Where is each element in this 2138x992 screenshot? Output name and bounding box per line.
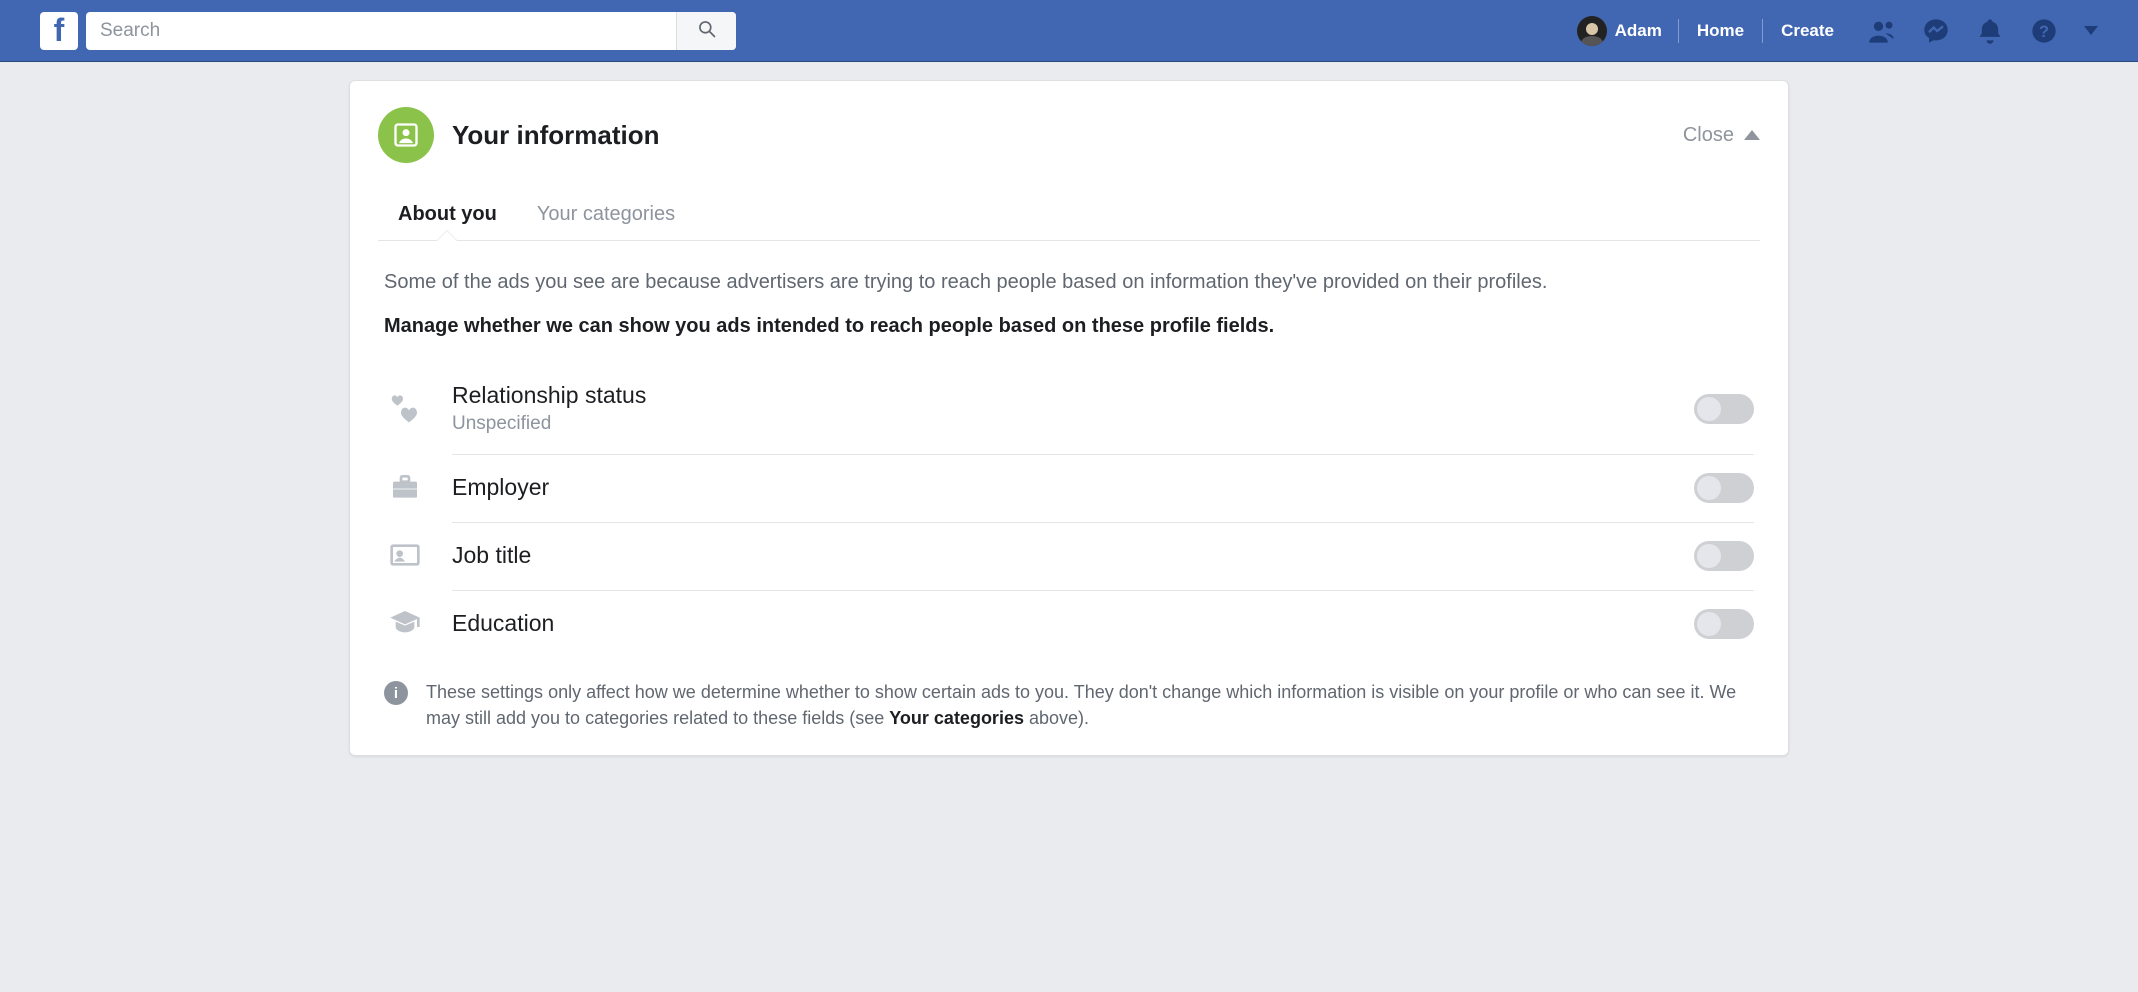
search-button[interactable] — [676, 12, 736, 50]
intro-description: Some of the ads you see are because adve… — [384, 267, 1754, 297]
your-information-card: Your information Close About you Your ca… — [349, 80, 1789, 756]
hearts-icon — [384, 393, 426, 425]
tab-your-categories[interactable]: Your categories — [537, 191, 675, 240]
toggle-job-title[interactable] — [1694, 541, 1754, 571]
nav-right: Adam Home Create ? — [1565, 10, 2098, 52]
row-job-title: Job title — [378, 521, 1760, 589]
tab-about-you[interactable]: About you — [398, 191, 497, 240]
graduation-cap-icon — [384, 607, 426, 639]
row-relationship-status: Relationship status Unspecified — [378, 364, 1760, 453]
facebook-logo[interactable]: f — [40, 12, 78, 50]
row-title: Relationship status — [452, 382, 646, 409]
note-bold: Your categories — [889, 708, 1024, 728]
footer-note-text: These settings only affect how we determ… — [426, 679, 1754, 731]
info-icon: i — [384, 681, 408, 705]
profile-link[interactable]: Adam — [1565, 10, 1674, 52]
search-icon — [697, 19, 717, 42]
row-title: Education — [452, 610, 554, 637]
search-input[interactable] — [86, 20, 676, 42]
nav-divider — [1762, 19, 1763, 43]
intro-instruction: Manage whether we can show you ads inten… — [384, 315, 1754, 338]
footer-note: i These settings only affect how we dete… — [378, 679, 1760, 731]
card-title: Your information — [452, 120, 660, 151]
messenger-icon[interactable] — [1922, 17, 1950, 45]
nav-divider — [1678, 19, 1679, 43]
id-card-icon — [384, 539, 426, 571]
notifications-icon[interactable] — [1976, 17, 2004, 45]
toggle-education[interactable] — [1694, 609, 1754, 639]
search-box — [86, 12, 736, 50]
help-icon[interactable]: ? — [2030, 17, 2058, 45]
row-subtitle: Unspecified — [452, 413, 646, 435]
top-nav: f Adam Home Create ? — [0, 0, 2138, 62]
card-header: Your information Close — [378, 99, 1760, 163]
profile-name: Adam — [1615, 21, 1662, 41]
row-title: Employer — [452, 474, 549, 501]
briefcase-icon — [384, 471, 426, 503]
close-panel[interactable]: Close — [1683, 124, 1760, 147]
row-employer: Employer — [378, 453, 1760, 521]
friend-requests-icon[interactable] — [1868, 17, 1896, 45]
row-title: Job title — [452, 542, 531, 569]
note-post: above). — [1024, 708, 1089, 728]
intro-text: Some of the ads you see are because adve… — [378, 241, 1760, 338]
account-menu-caret-icon[interactable] — [2084, 26, 2098, 35]
chevron-up-icon — [1744, 130, 1760, 140]
toggle-relationship-status[interactable] — [1694, 394, 1754, 424]
tabs: About you Your categories — [378, 191, 1760, 241]
your-information-badge-icon — [378, 107, 434, 163]
avatar — [1577, 16, 1607, 46]
profile-field-list: Relationship status Unspecified Employer — [378, 364, 1760, 657]
nav-home[interactable]: Home — [1683, 15, 1758, 47]
nav-icon-group: ? — [1868, 17, 2098, 45]
toggle-employer[interactable] — [1694, 473, 1754, 503]
close-label: Close — [1683, 124, 1734, 147]
svg-text:?: ? — [2039, 22, 2049, 40]
row-education: Education — [378, 589, 1760, 657]
nav-create[interactable]: Create — [1767, 15, 1848, 47]
